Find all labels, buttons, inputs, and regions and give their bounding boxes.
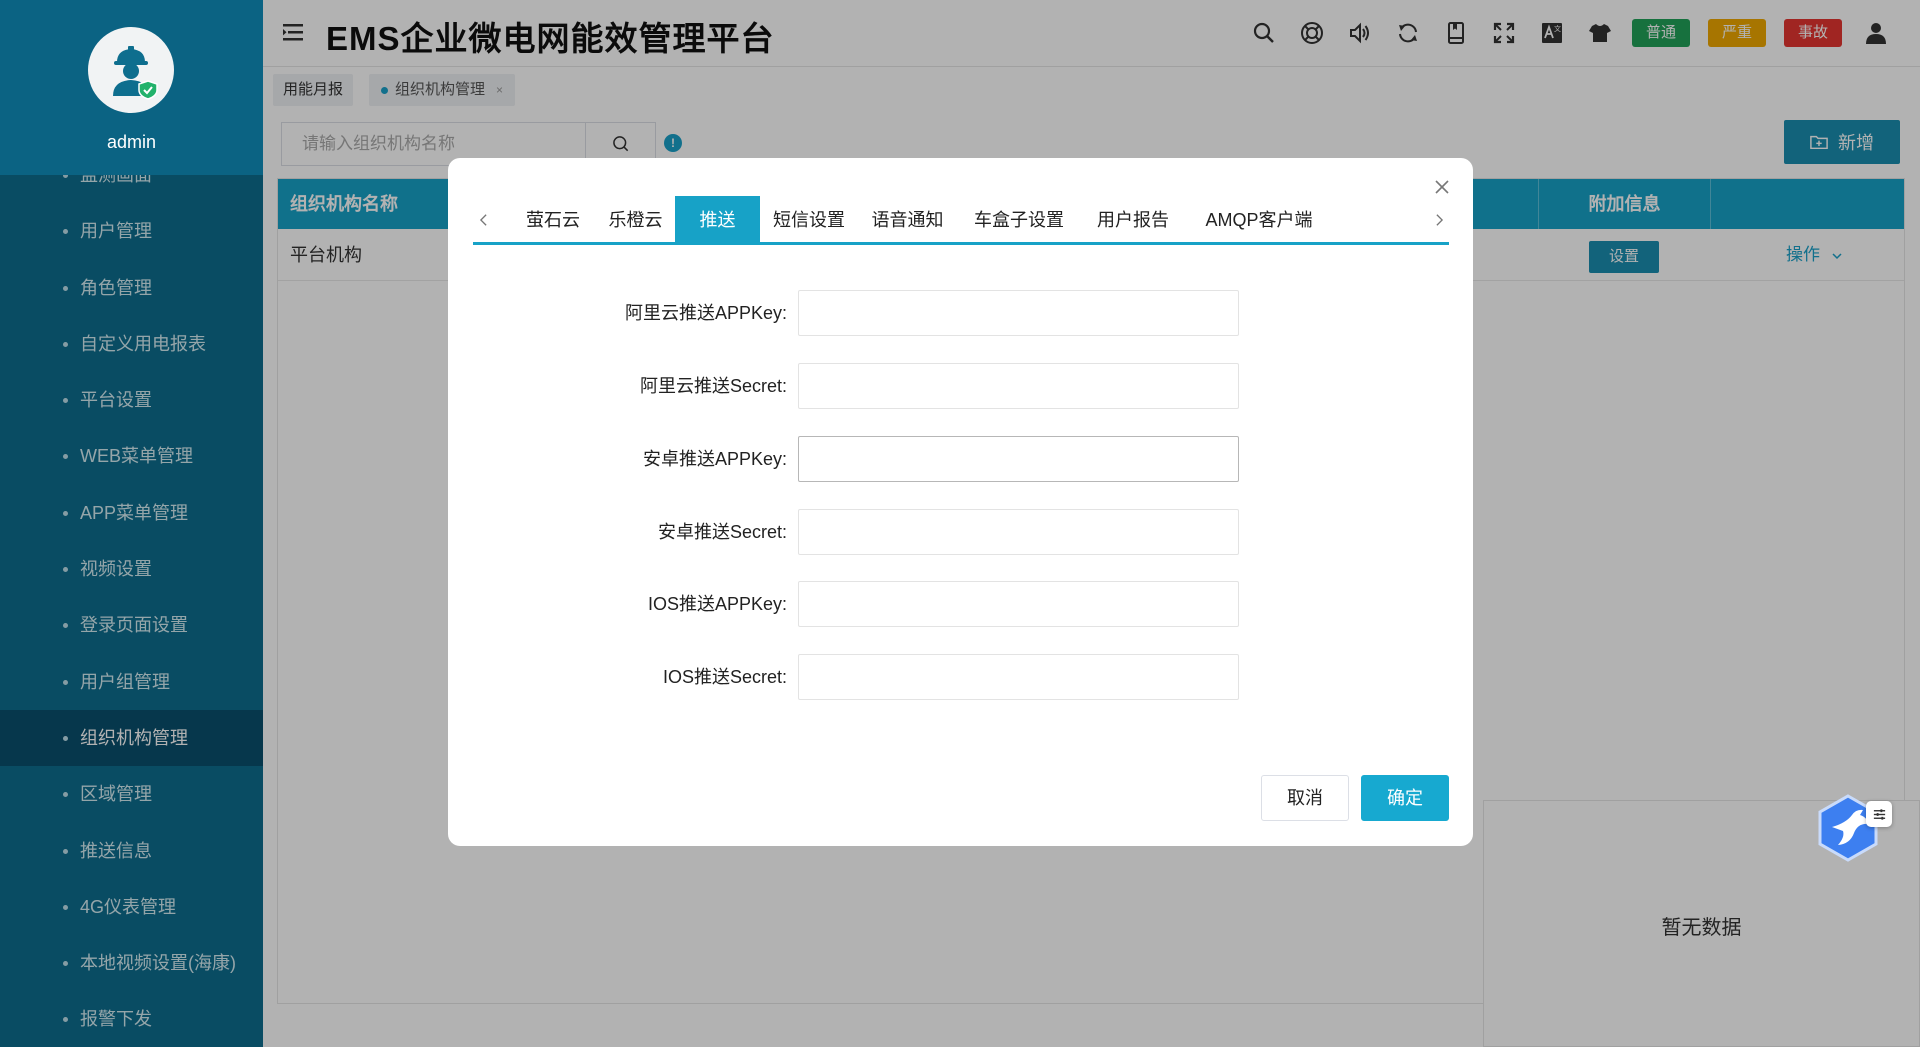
worker-avatar-icon (113, 46, 158, 100)
avatar[interactable] (88, 27, 174, 113)
android-appkey-label: 安卓推送APPKey: (642, 449, 787, 469)
form-row-ios-secret: IOS推送Secret: (448, 654, 1473, 700)
ios-appkey-input[interactable] (798, 581, 1239, 627)
tab-voice-notify[interactable]: 语音通知 (858, 196, 957, 242)
aliyun-appkey-label: 阿里云推送APPKey: (624, 303, 787, 323)
aliyun-secret-label: 阿里云推送Secret: (639, 376, 787, 396)
modal-tabs: 萤石云 乐橙云 推送 短信设置 语音通知 车盒子设置 用户报告 AMQP客户端 (473, 196, 1449, 245)
form-row-aliyun-appkey: 阿里云推送APPKey: (448, 290, 1473, 336)
tab-user-report[interactable]: 用户报告 (1081, 196, 1185, 242)
android-secret-label: 安卓推送Secret: (657, 522, 787, 542)
chevron-right-icon[interactable] (1429, 208, 1449, 232)
tab-sms-settings[interactable]: 短信设置 (760, 196, 858, 242)
username: admin (106, 132, 157, 152)
tab-car-box-settings[interactable]: 车盒子设置 (957, 196, 1081, 242)
android-secret-input[interactable] (798, 509, 1239, 555)
tab-amqp-client[interactable]: AMQP客户端 (1185, 196, 1333, 242)
close-icon[interactable] (1433, 178, 1451, 196)
tab-ezviz[interactable]: 萤石云 (510, 196, 596, 242)
ios-appkey-label: IOS推送APPKey: (647, 594, 787, 614)
tune-icon[interactable] (1866, 801, 1892, 827)
aliyun-secret-input[interactable] (798, 363, 1239, 409)
android-appkey-input[interactable] (798, 436, 1239, 482)
ios-secret-label: IOS推送Secret: (662, 667, 787, 687)
form-row-android-secret: 安卓推送Secret: (448, 509, 1473, 555)
form-row-aliyun-secret: 阿里云推送Secret: (448, 363, 1473, 409)
form-row-android-appkey: 安卓推送APPKey: (448, 436, 1473, 482)
confirm-button[interactable]: 确定 (1361, 775, 1449, 821)
form-row-ios-appkey: IOS推送APPKey: (448, 581, 1473, 627)
tab-imou[interactable]: 乐橙云 (596, 196, 675, 242)
aliyun-appkey-input[interactable] (798, 290, 1239, 336)
chevron-left-icon[interactable] (473, 208, 493, 232)
assistant-widget[interactable] (1816, 793, 1892, 863)
settings-modal: 萤石云 乐橙云 推送 短信设置 语音通知 车盒子设置 用户报告 AMQP客户端 … (448, 158, 1473, 846)
ios-secret-input[interactable] (798, 654, 1239, 700)
cancel-button[interactable]: 取消 (1261, 775, 1349, 821)
user-profile: admin (0, 0, 263, 175)
tab-push[interactable]: 推送 (675, 196, 760, 242)
